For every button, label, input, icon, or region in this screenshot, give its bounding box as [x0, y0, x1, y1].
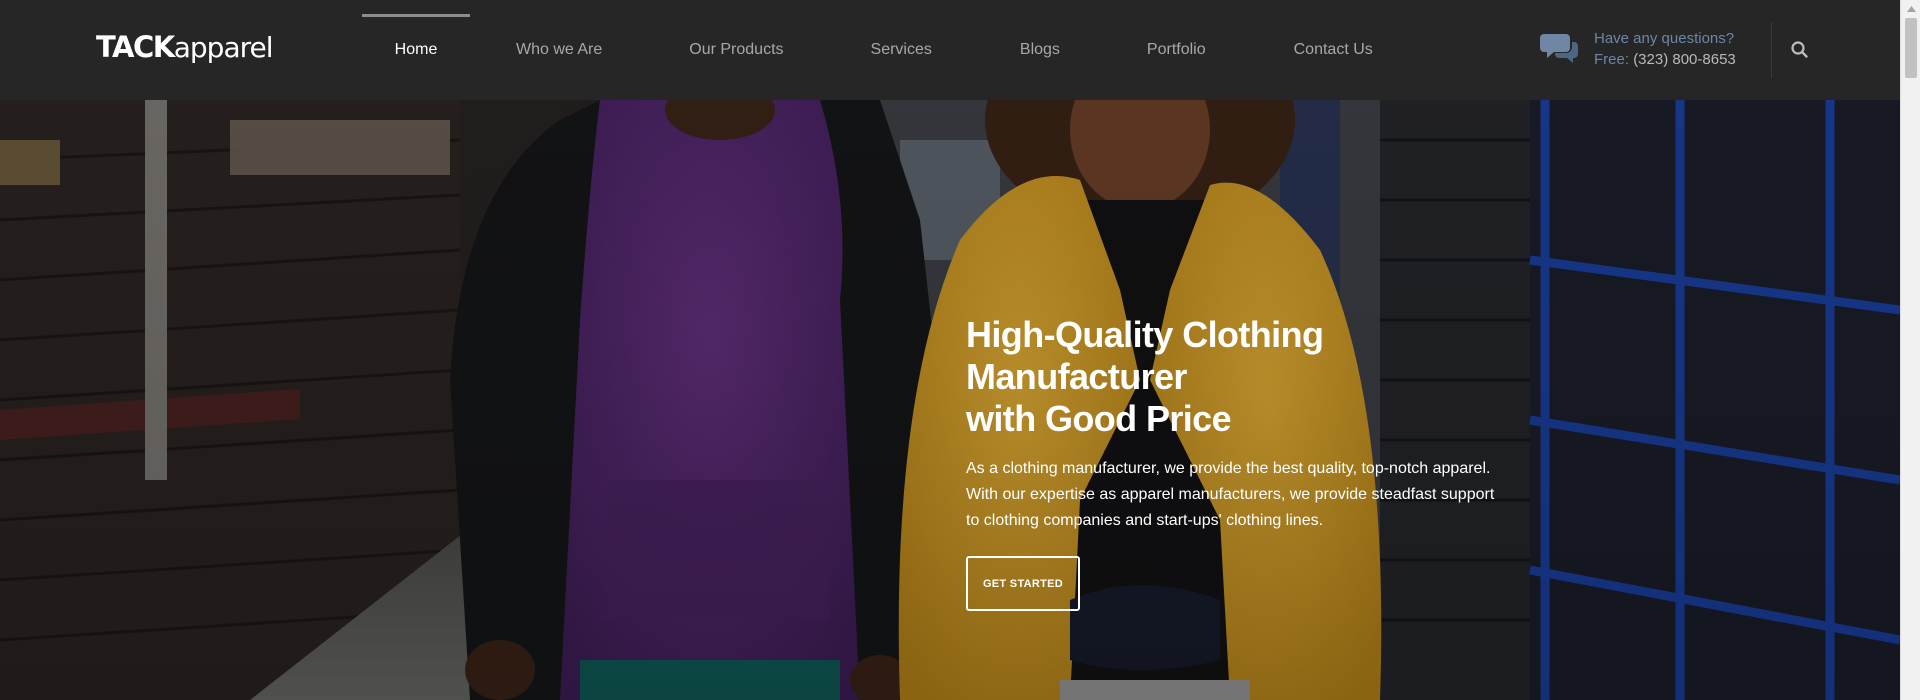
phone-number[interactable]: (323) 800-8653 — [1633, 51, 1736, 68]
nav-item-label: Home — [394, 41, 438, 58]
main-nav: Home Who we Are Our Products Services Bl… — [362, 0, 1373, 100]
hero-description: As a clothing manufacturer, we provide t… — [966, 456, 1526, 534]
header-divider — [1771, 22, 1772, 78]
get-started-button[interactable]: GET STARTED — [966, 556, 1080, 611]
contact-text: Have any questions? Free: (323) 800-8653 — [1594, 28, 1736, 70]
scroll-up-arrow-icon[interactable] — [1901, 0, 1920, 17]
nav-item-label: Contact Us — [1293, 41, 1373, 58]
site-header: TACK apparel Home Who we Are Our Product… — [0, 0, 1900, 100]
hero-desc-line: As a clothing manufacturer, we provide t… — [966, 460, 1491, 477]
nav-item-our-products[interactable]: Our Products — [689, 0, 783, 100]
hero-desc-line: to clothing companies and start-ups' clo… — [966, 512, 1324, 529]
hero-section: High-Quality Clothing Manufacturer with … — [0, 100, 1900, 700]
contact-block: Have any questions? Free: (323) 800-8653 — [1540, 28, 1736, 70]
hero-desc-line: With our expertise as apparel manufactur… — [966, 486, 1495, 503]
chat-bubbles-icon — [1540, 30, 1580, 66]
page-scrollbar[interactable] — [1900, 0, 1920, 700]
nav-item-portfolio[interactable]: Portfolio — [1147, 0, 1206, 100]
hero-title-line: with Good Price — [966, 398, 1232, 439]
contact-question: Have any questions? — [1594, 30, 1735, 47]
phone-label: Free: — [1594, 51, 1630, 68]
site-logo[interactable]: TACK apparel — [96, 30, 273, 66]
logo-light-text: apparel — [173, 31, 274, 64]
hero-title: High-Quality Clothing Manufacturer with … — [966, 314, 1526, 440]
nav-item-label: Services — [870, 41, 932, 58]
nav-item-blogs[interactable]: Blogs — [1020, 0, 1060, 100]
nav-item-home[interactable]: Home — [362, 0, 470, 100]
nav-item-contact-us[interactable]: Contact Us — [1294, 0, 1373, 100]
nav-item-label: Blogs — [1019, 41, 1060, 58]
hero-background-image — [0, 100, 1900, 700]
nav-item-services[interactable]: Services — [871, 0, 932, 100]
nav-item-label: Portfolio — [1146, 41, 1206, 58]
logo-bold-text: TACK — [96, 30, 175, 64]
nav-item-who-we-are[interactable]: Who we Are — [516, 0, 602, 100]
hero-title-line: High-Quality Clothing Manufacturer — [966, 314, 1324, 397]
nav-item-label: Who we Are — [516, 41, 603, 58]
search-icon[interactable] — [1790, 40, 1810, 60]
nav-item-label: Our Products — [689, 41, 784, 58]
scrollbar-thumb[interactable] — [1905, 18, 1917, 78]
hero-content: High-Quality Clothing Manufacturer with … — [966, 314, 1526, 611]
contact-phone-line[interactable]: Free: (323) 800-8653 — [1594, 49, 1736, 70]
